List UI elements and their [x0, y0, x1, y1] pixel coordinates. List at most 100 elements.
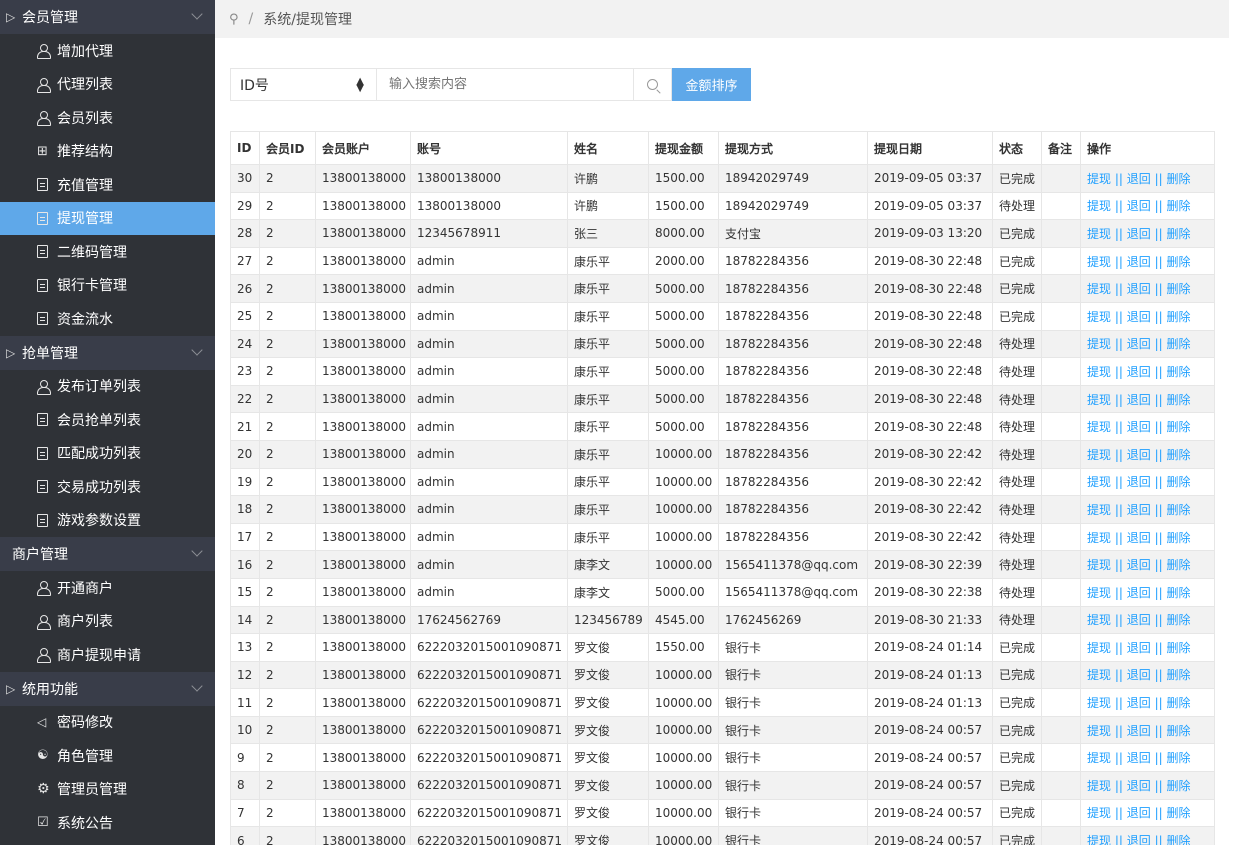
delete-link[interactable]: 删除 [1166, 834, 1190, 845]
delete-link[interactable]: 删除 [1166, 365, 1190, 379]
delete-link[interactable]: 删除 [1166, 779, 1190, 793]
return-link[interactable]: 退回 [1127, 558, 1151, 572]
sidebar-item[interactable]: 增加代理 [0, 34, 215, 68]
sidebar-item[interactable]: ⚙ 管理员管理 [0, 772, 215, 806]
sidebar-item[interactable]: 充值管理 [0, 168, 215, 202]
sidebar-group-header[interactable]: ▷ 抢单管理 [0, 335, 215, 370]
withdraw-link[interactable]: 提现 [1087, 779, 1111, 793]
delete-link[interactable]: 删除 [1166, 751, 1190, 765]
return-link[interactable]: 退回 [1127, 475, 1151, 489]
sidebar-group-header[interactable]: 商户管理 [0, 537, 215, 571]
sidebar-item[interactable]: 会员抢单列表 [0, 403, 215, 437]
delete-link[interactable]: 删除 [1166, 613, 1190, 627]
return-link[interactable]: 退回 [1127, 420, 1151, 434]
sidebar-item[interactable]: 银行卡管理 [0, 268, 215, 302]
withdraw-link[interactable]: 提现 [1087, 393, 1111, 407]
withdraw-link[interactable]: 提现 [1087, 503, 1111, 517]
withdraw-link[interactable]: 提现 [1087, 365, 1111, 379]
withdraw-link[interactable]: 提现 [1087, 806, 1111, 820]
return-link[interactable]: 退回 [1127, 365, 1151, 379]
sidebar-item[interactable]: 商户列表 [0, 604, 215, 638]
return-link[interactable]: 退回 [1127, 282, 1151, 296]
return-link[interactable]: 退回 [1127, 613, 1151, 627]
delete-link[interactable]: 删除 [1166, 393, 1190, 407]
return-link[interactable]: 退回 [1127, 199, 1151, 213]
search-field-select[interactable]: ID号 ▲ ▼ [230, 68, 377, 101]
delete-link[interactable]: 删除 [1166, 668, 1190, 682]
delete-link[interactable]: 删除 [1166, 420, 1190, 434]
sidebar-item[interactable]: 交易成功列表 [0, 470, 215, 504]
withdraw-link[interactable]: 提现 [1087, 310, 1111, 324]
delete-link[interactable]: 删除 [1166, 199, 1190, 213]
withdraw-link[interactable]: 提现 [1087, 337, 1111, 351]
delete-link[interactable]: 删除 [1166, 724, 1190, 738]
return-link[interactable]: 退回 [1127, 503, 1151, 517]
delete-link[interactable]: 删除 [1166, 172, 1190, 186]
withdraw-link[interactable]: 提现 [1087, 696, 1111, 710]
return-link[interactable]: 退回 [1127, 724, 1151, 738]
delete-link[interactable]: 删除 [1166, 806, 1190, 820]
withdraw-link[interactable]: 提现 [1087, 531, 1111, 545]
return-link[interactable]: 退回 [1127, 668, 1151, 682]
delete-link[interactable]: 删除 [1166, 310, 1190, 324]
return-link[interactable]: 退回 [1127, 641, 1151, 655]
delete-link[interactable]: 删除 [1166, 558, 1190, 572]
return-link[interactable]: 退回 [1127, 834, 1151, 845]
sidebar-item[interactable]: 资金流水 [0, 302, 215, 336]
withdraw-link[interactable]: 提现 [1087, 475, 1111, 489]
sidebar-item[interactable]: ◁ 密码修改 [0, 705, 215, 739]
withdraw-link[interactable]: 提现 [1087, 751, 1111, 765]
delete-link[interactable]: 删除 [1166, 282, 1190, 296]
sort-by-amount-button[interactable]: 金额排序 [672, 68, 751, 101]
withdraw-link[interactable]: 提现 [1087, 255, 1111, 269]
withdraw-link[interactable]: 提现 [1087, 834, 1111, 845]
return-link[interactable]: 退回 [1127, 255, 1151, 269]
delete-link[interactable]: 删除 [1166, 227, 1190, 241]
sidebar-item[interactable]: 匹配成功列表 [0, 436, 215, 470]
sidebar-item[interactable]: 开通商户 [0, 571, 215, 605]
return-link[interactable]: 退回 [1127, 531, 1151, 545]
withdraw-link[interactable]: 提现 [1087, 227, 1111, 241]
sidebar-item[interactable]: 游戏参数设置 [0, 503, 215, 537]
withdraw-link[interactable]: 提现 [1087, 641, 1111, 655]
sidebar-item[interactable]: 会员列表 [0, 101, 215, 135]
sidebar-item[interactable]: ⊞ 推荐结构 [0, 134, 215, 168]
delete-link[interactable]: 删除 [1166, 586, 1190, 600]
breadcrumb-path[interactable]: 系统/提现管理 [263, 9, 352, 29]
sidebar-item[interactable]: 商户提现申请 [0, 638, 215, 672]
withdraw-link[interactable]: 提现 [1087, 586, 1111, 600]
delete-link[interactable]: 删除 [1166, 503, 1190, 517]
sidebar-item[interactable]: ☑ 系统公告 [0, 806, 215, 840]
delete-link[interactable]: 删除 [1166, 337, 1190, 351]
sidebar-item[interactable]: 提现管理 [0, 201, 215, 235]
withdraw-link[interactable]: 提现 [1087, 613, 1111, 627]
withdraw-link[interactable]: 提现 [1087, 172, 1111, 186]
withdraw-link[interactable]: 提现 [1087, 448, 1111, 462]
withdraw-link[interactable]: 提现 [1087, 558, 1111, 572]
delete-link[interactable]: 删除 [1166, 696, 1190, 710]
delete-link[interactable]: 删除 [1166, 448, 1190, 462]
sidebar-item[interactable]: 代理列表 [0, 67, 215, 101]
sidebar-group-header[interactable]: ▷ 会员管理 [0, 0, 215, 34]
withdraw-link[interactable]: 提现 [1087, 199, 1111, 213]
return-link[interactable]: 退回 [1127, 448, 1151, 462]
return-link[interactable]: 退回 [1127, 393, 1151, 407]
withdraw-link[interactable]: 提现 [1087, 420, 1111, 434]
delete-link[interactable]: 删除 [1166, 641, 1190, 655]
return-link[interactable]: 退回 [1127, 172, 1151, 186]
withdraw-link[interactable]: 提现 [1087, 282, 1111, 296]
delete-link[interactable]: 删除 [1166, 531, 1190, 545]
sidebar-item[interactable]: 二维码管理 [0, 235, 215, 269]
sidebar-item[interactable]: ☯ 角色管理 [0, 739, 215, 773]
return-link[interactable]: 退回 [1127, 779, 1151, 793]
return-link[interactable]: 退回 [1127, 751, 1151, 765]
sidebar-item[interactable]: 发布订单列表 [0, 369, 215, 403]
return-link[interactable]: 退回 [1127, 696, 1151, 710]
search-input[interactable] [377, 68, 634, 101]
withdraw-link[interactable]: 提现 [1087, 668, 1111, 682]
return-link[interactable]: 退回 [1127, 227, 1151, 241]
return-link[interactable]: 退回 [1127, 337, 1151, 351]
withdraw-link[interactable]: 提现 [1087, 724, 1111, 738]
return-link[interactable]: 退回 [1127, 806, 1151, 820]
return-link[interactable]: 退回 [1127, 310, 1151, 324]
